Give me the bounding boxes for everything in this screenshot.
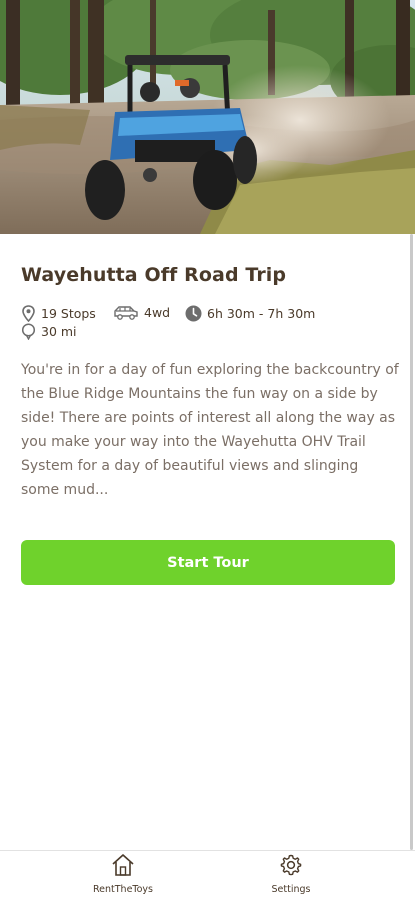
gear-icon	[279, 853, 303, 881]
distance-info: 30 mi	[21, 323, 77, 340]
tour-details: Wayehutta Off Road Trip 19 Stops 4wd 6h …	[21, 264, 399, 502]
start-tour-button[interactable]: Start Tour	[21, 540, 395, 585]
tab-renthetoys[interactable]: RentTheToys	[63, 853, 183, 895]
bottom-tab-bar: RentTheToys Settings	[0, 850, 415, 900]
location-pin-icon	[21, 305, 41, 322]
duration-label: 6h 30m - 7h 30m	[207, 306, 316, 321]
scrollbar[interactable]	[410, 234, 413, 850]
tour-description: You're in for a day of fun exploring the…	[21, 362, 399, 498]
tab-label: Settings	[271, 884, 311, 895]
distance-label: 30 mi	[41, 324, 77, 339]
tour-meta: 19 Stops 4wd 6h 30m - 7h 30m 30 mi	[21, 305, 397, 341]
distance-pin-icon	[21, 323, 41, 340]
stops-info: 19 Stops	[21, 305, 96, 322]
stops-label: 19 Stops	[41, 306, 96, 321]
home-icon	[110, 853, 136, 881]
hero-image	[0, 0, 415, 234]
clock-icon	[185, 305, 207, 322]
vehicle-label: 4wd	[144, 305, 171, 320]
tour-title: Wayehutta Off Road Trip	[21, 264, 287, 286]
duration-info: 6h 30m - 7h 30m	[185, 305, 315, 322]
vehicle-info: 4wd	[113, 305, 170, 320]
vehicle-icon	[113, 305, 144, 320]
tab-settings[interactable]: Settings	[231, 853, 351, 895]
tab-label: RentTheToys	[92, 884, 153, 895]
